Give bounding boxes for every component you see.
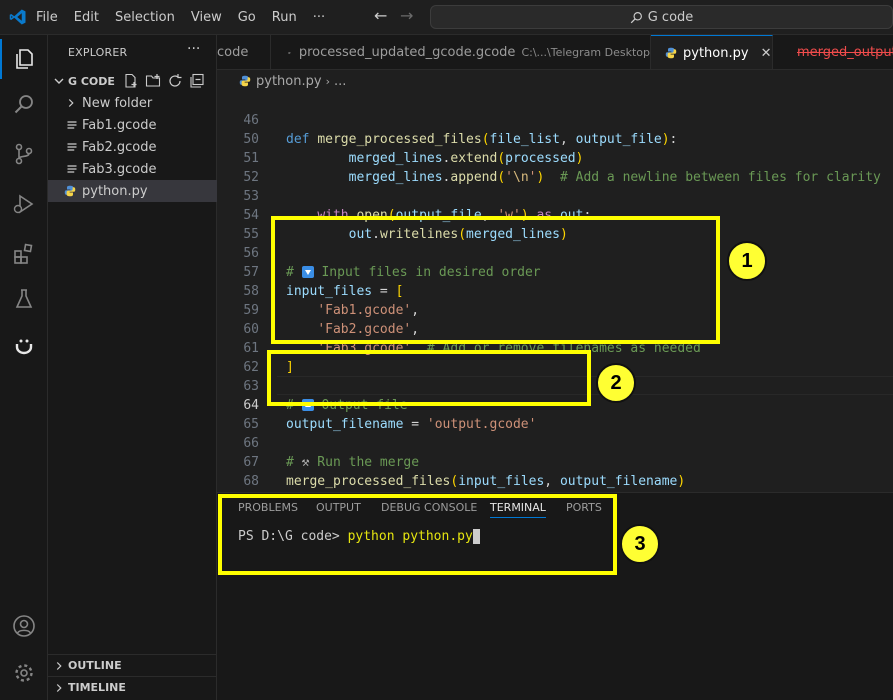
tab-label: code (217, 45, 249, 60)
explorer-activity[interactable] (0, 39, 48, 79)
breadcrumb-file[interactable]: python.py (256, 74, 322, 89)
code-line: 53 with open(output_file, 'w') as out: (217, 168, 893, 223)
flask-icon (15, 289, 33, 308)
chevron-right-icon (56, 683, 62, 692)
tab-python-py[interactable]: python.py ✕ (651, 35, 773, 69)
activity-bar (0, 35, 48, 700)
menu-edit[interactable]: Edit (74, 10, 99, 25)
annotation-badge-2: 2 (596, 363, 636, 403)
menu-bar: File Edit Selection View Go Run ··· (36, 0, 341, 35)
extensions-activity[interactable] (0, 234, 48, 274)
tree-item-label: python.py (82, 183, 148, 199)
menu-view[interactable]: View (191, 10, 222, 25)
file-lines-icon (67, 143, 77, 151)
copilot-activity[interactable] (0, 327, 48, 367)
vscode-logo-icon (9, 9, 26, 25)
menu-selection[interactable]: Selection (115, 10, 175, 25)
chevron-right-icon (56, 661, 62, 670)
search-icon (14, 95, 33, 114)
tree-item-label: Fab1.gcode (82, 117, 157, 133)
forward-arrow-icon[interactable]: → (400, 6, 413, 25)
code-line: 66 # ⚒ Run the merge (217, 415, 893, 470)
title-bar: File Edit Selection View Go Run ··· ← → … (0, 0, 893, 35)
breadcrumb-more[interactable]: ... (334, 74, 346, 89)
tree-item-fab2[interactable]: Fab2.gcode (48, 136, 217, 158)
chevron-right-icon (68, 99, 74, 107)
tab-code[interactable]: code (217, 35, 271, 69)
menu-run[interactable]: Run (272, 10, 297, 25)
search-icon (630, 11, 642, 23)
tree-item-label: Fab2.gcode (82, 139, 157, 155)
search-text: G code (647, 9, 694, 25)
back-arrow-icon[interactable]: ← (374, 6, 387, 25)
tab-merged-output[interactable]: merged_output (773, 35, 893, 69)
highlight-box-output-file (267, 350, 591, 406)
python-icon (665, 47, 677, 59)
editor-tabs: code processed_updated_gcode.gcode C:\..… (217, 35, 893, 70)
timeline-section[interactable]: TIMELINE (48, 676, 217, 698)
folder-name: G CODE (68, 74, 115, 88)
collapse-all-icon[interactable] (189, 73, 205, 89)
tab-processed-gcode[interactable]: processed_updated_gcode.gcode C:\...\Tel… (271, 35, 651, 69)
code-line: 67 merge_processed_files(input_files, ou… (217, 434, 893, 489)
close-icon[interactable]: ✕ (761, 46, 772, 61)
code-line: 68 (217, 453, 893, 489)
new-file-icon[interactable] (123, 73, 139, 89)
extensions-icon (14, 243, 33, 264)
python-icon (64, 185, 76, 197)
source-control-activity[interactable] (0, 134, 48, 174)
search-activity[interactable] (0, 84, 48, 124)
tree-item-fab3[interactable]: Fab3.gcode (48, 158, 217, 180)
tree-item-label: Fab3.gcode (82, 161, 157, 177)
run-debug-activity[interactable] (0, 184, 48, 224)
menu-more[interactable]: ··· (313, 10, 325, 25)
file-lines-icon (288, 51, 291, 54)
run-debug-icon (13, 194, 34, 214)
code-line: 51 merged_lines.append('\n') # Add a new… (217, 130, 893, 185)
python-icon (239, 75, 251, 87)
tab-description: C:\...\Telegram Desktop (521, 46, 650, 59)
manage-activity[interactable] (0, 653, 48, 693)
file-lines-icon (67, 165, 77, 173)
gear-icon (15, 664, 33, 682)
source-control-icon (15, 143, 33, 165)
tree-item-new-folder[interactable]: New folder (48, 92, 217, 114)
tab-label: merged_output (797, 45, 893, 60)
menu-file[interactable]: File (36, 10, 58, 25)
command-center-search[interactable]: G code (430, 5, 893, 29)
tab-label: python.py (683, 45, 749, 61)
refresh-icon[interactable] (167, 73, 183, 89)
code-line: 69 print(f"Processed and merged G-code s… (217, 472, 893, 491)
folder-header[interactable]: G CODE (48, 70, 217, 92)
smiley-icon (15, 339, 33, 355)
annotation-badge-3: 3 (620, 524, 660, 564)
file-lines-icon (67, 121, 77, 129)
chevron-down-icon (54, 78, 64, 84)
outline-section[interactable]: OUTLINE (48, 654, 217, 676)
breadcrumb: python.py › ... (217, 70, 893, 92)
explorer-more-button[interactable]: ··· (187, 41, 200, 57)
code-line: 46 def merge_processed_files(file_list, … (217, 92, 893, 147)
menu-go[interactable]: Go (238, 10, 256, 25)
tree-item-fab1[interactable]: Fab1.gcode (48, 114, 217, 136)
highlight-box-input-files (271, 216, 720, 344)
timeline-label: TIMELINE (68, 681, 126, 694)
code-line: 52 (217, 149, 893, 185)
code-line: 54 out.writelines(merged_lines) (217, 187, 893, 242)
files-icon (16, 49, 33, 69)
explorer-sidebar: EXPLORER ··· G CODE New folder Fab1.gcod… (48, 35, 217, 700)
chevron-right-icon: › (325, 74, 330, 88)
outline-label: OUTLINE (68, 659, 122, 672)
new-folder-icon[interactable] (145, 73, 161, 89)
explorer-title: EXPLORER (68, 46, 128, 59)
annotation-badge-1: 1 (727, 241, 767, 281)
highlight-box-terminal (218, 494, 617, 575)
account-icon (13, 615, 35, 637)
accounts-activity[interactable] (0, 606, 48, 646)
code-line: 50 merged_lines.extend(processed) (217, 111, 893, 166)
tab-label: processed_updated_gcode.gcode (298, 45, 516, 60)
tree-item-python-py[interactable]: python.py (48, 180, 217, 202)
testing-activity[interactable] (0, 279, 48, 319)
tree-item-label: New folder (82, 95, 153, 111)
